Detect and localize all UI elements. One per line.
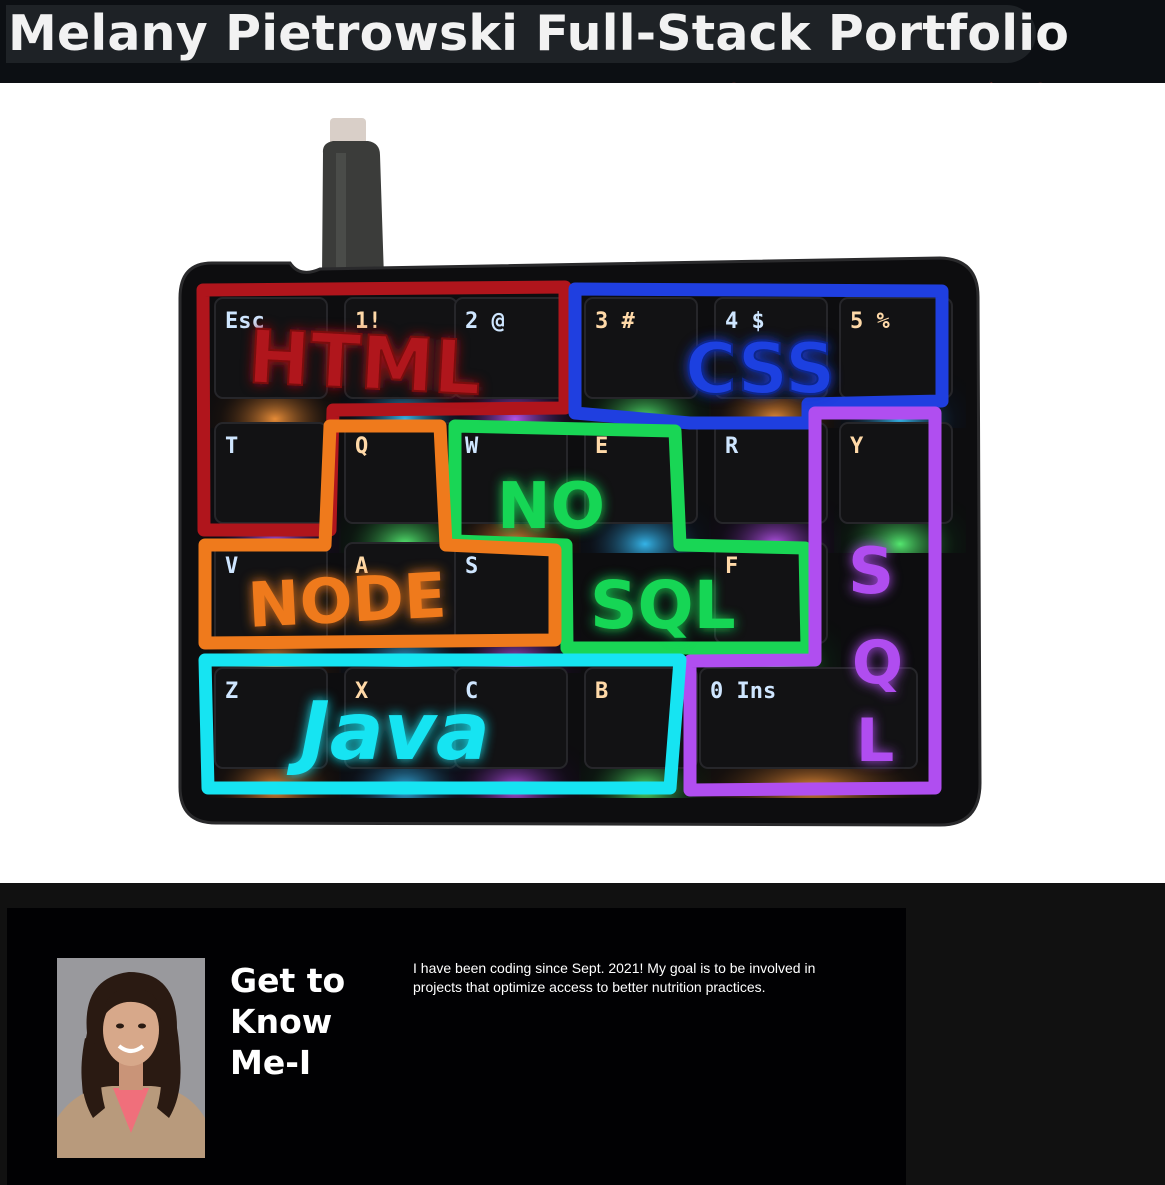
nosql-doodle-text-top: NO — [497, 470, 605, 544]
sql-doodle-letter-q: Q — [852, 628, 903, 698]
keycap-label: W — [465, 434, 479, 459]
about-section: Get to Know Me-I I have been coding sinc… — [0, 883, 1165, 1185]
keycap-label: Z — [225, 679, 238, 704]
keycap: Y — [834, 422, 966, 553]
about-card: Get to Know Me-I I have been coding sinc… — [7, 908, 906, 1185]
hero-keyboard-image: Esc 1! 2 @3 #4 $5 %T Q W E R YV A S FZ X C B 0 Ins HTM… — [178, 118, 982, 827]
keycap-label: R — [725, 434, 739, 459]
keycap-label: E — [595, 434, 608, 459]
about-text: I have been coding since Sept. 2021! My … — [413, 960, 816, 995]
node-doodle-text: NODE — [246, 559, 448, 642]
java-doodle-text: Java — [286, 685, 490, 778]
site-title: Melany Pietrowski Full-Stack Portfolio — [8, 5, 1070, 62]
keycap-label: 5 % — [850, 309, 890, 334]
keycap-label: V — [225, 554, 238, 579]
sql-doodle-letter-s: S — [848, 535, 894, 609]
profile-photo — [57, 958, 205, 1158]
html-doodle-text: HTML — [246, 314, 483, 412]
hero-section: Esc 1! 2 @3 #4 $5 % T Q W E R Y V A S F Z X C B 0 Ins HTM… — [0, 83, 1165, 883]
keycap-label: Y — [850, 434, 864, 459]
sql-doodle-letter-l: L — [856, 706, 894, 776]
about-heading: Get to Know Me-I — [230, 961, 346, 1082]
css-doodle-text: CSS — [685, 328, 835, 410]
keycap-label: 3 # — [595, 309, 635, 334]
site-header: Melany Pietrowski Full-Stack Portfolio — [0, 0, 1165, 83]
keycap-label: B — [595, 679, 608, 704]
keycap-label: 0 Ins — [710, 679, 776, 704]
keycap-label: S — [465, 554, 478, 579]
usb-cable — [322, 118, 384, 278]
nosql-doodle-text-bottom: SQL — [590, 567, 736, 644]
keycap-label: T — [225, 434, 238, 459]
keycap-label: Q — [355, 434, 368, 459]
